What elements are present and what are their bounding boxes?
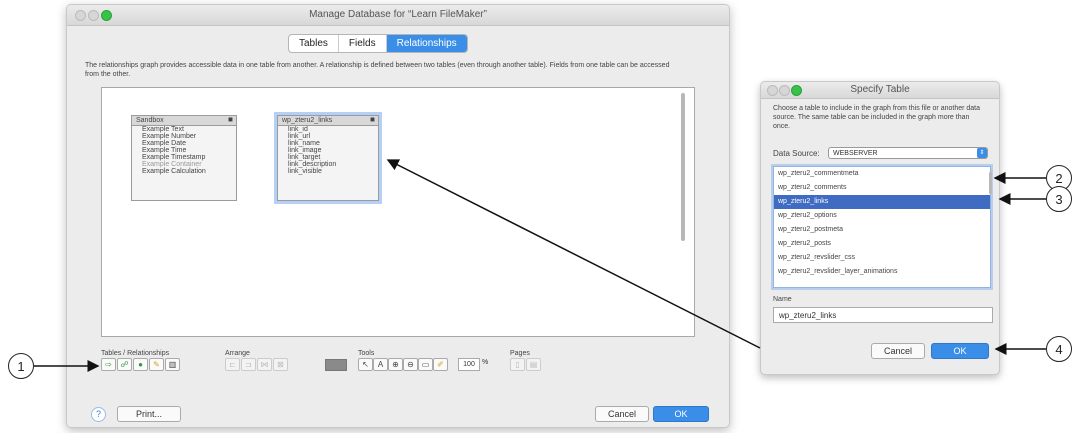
table-added-arrow bbox=[386, 159, 761, 349]
callout-4: 4 bbox=[1046, 336, 1072, 362]
callout-3: 3 bbox=[1046, 186, 1072, 212]
annotation-arrows bbox=[34, 159, 1046, 372]
callout-1: 1 bbox=[8, 353, 34, 379]
